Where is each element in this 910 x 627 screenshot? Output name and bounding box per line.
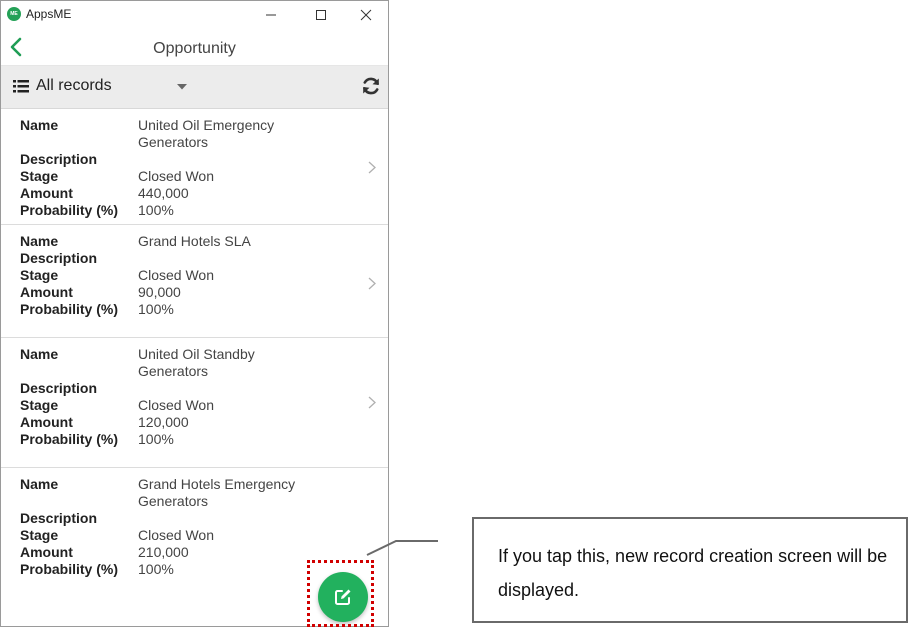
callout-text: If you tap this, new record creation scr… xyxy=(498,546,888,600)
callout-box: If you tap this, new record creation scr… xyxy=(472,517,908,623)
